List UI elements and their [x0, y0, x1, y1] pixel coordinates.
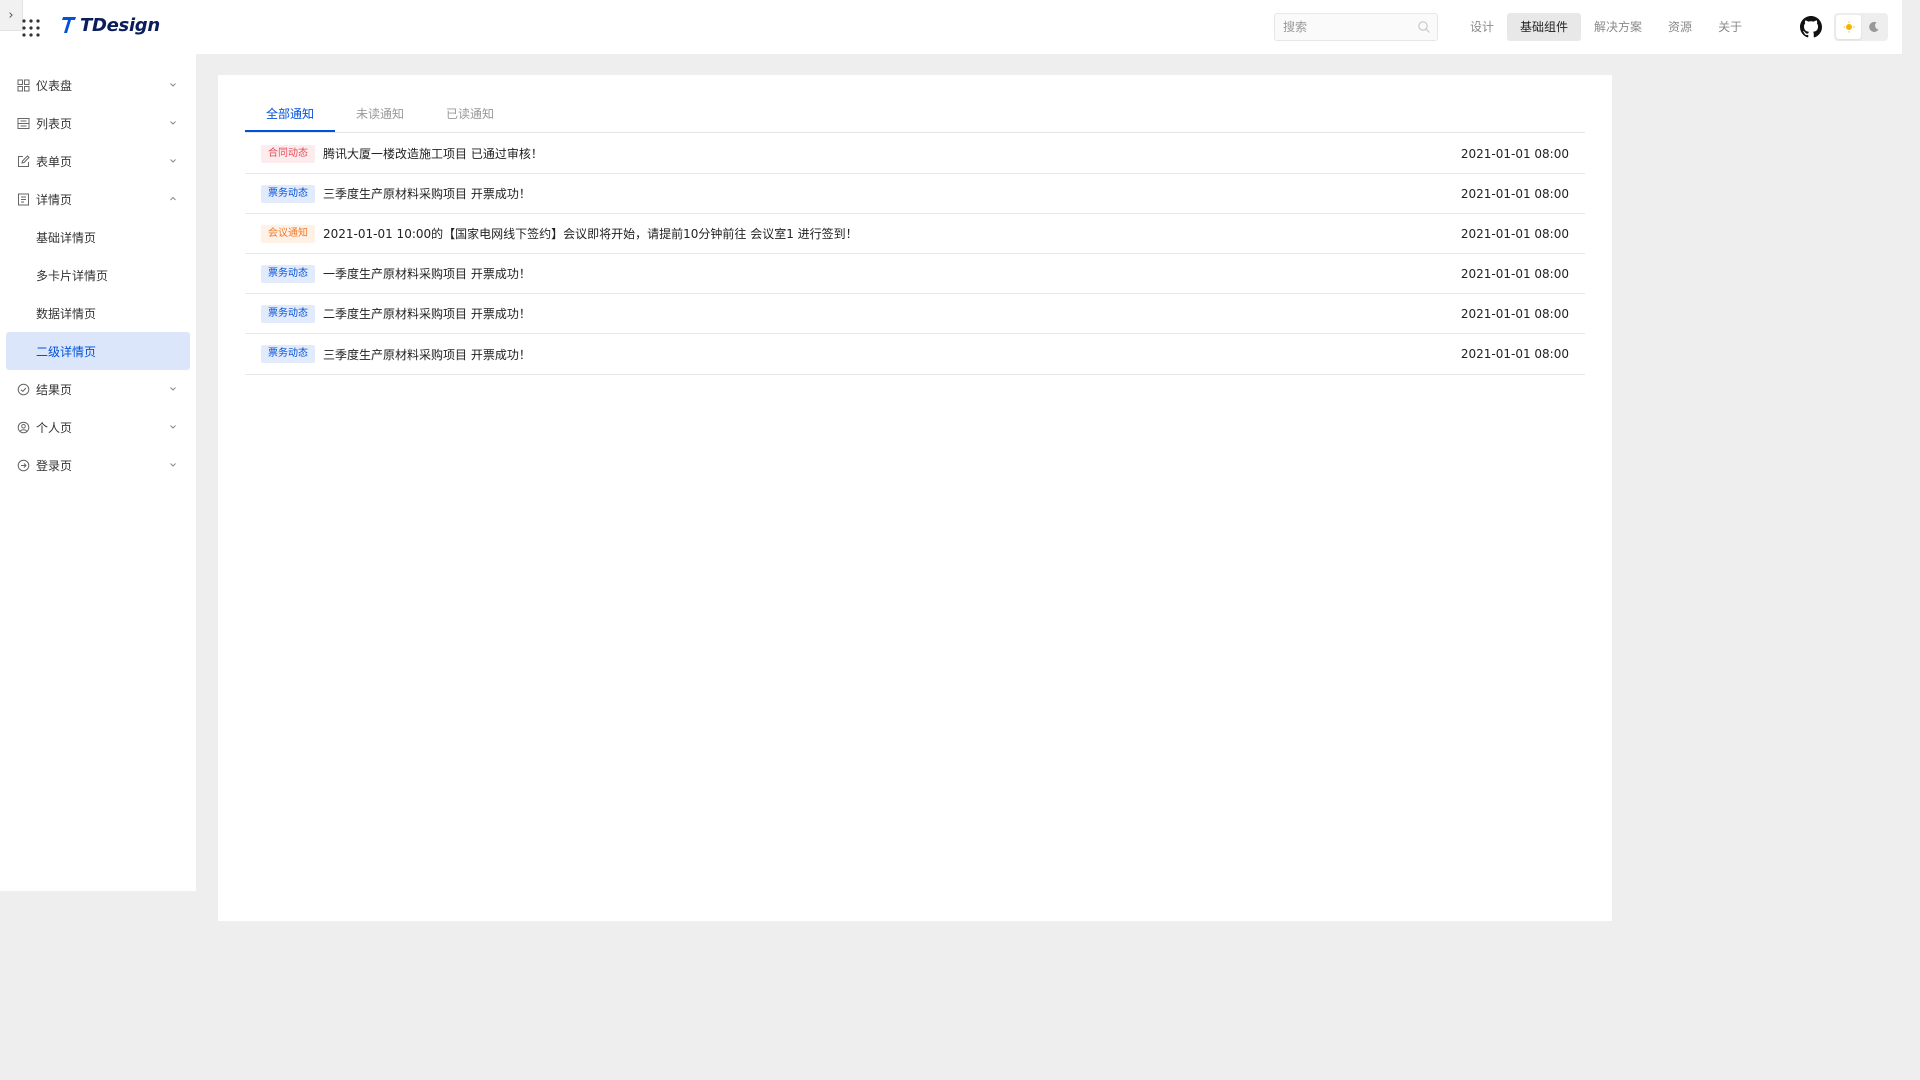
sidebar-item-label: 个人页: [36, 420, 73, 435]
sidebar-subitem-label: 数据详情页: [36, 306, 97, 321]
notification-card: 全部通知 未读通知 已读通知 合同动态 腾讯大厦一楼改造施工项目 已通过审核！ …: [218, 75, 1612, 921]
user-circle-icon: [17, 421, 30, 433]
notification-tag: 会议通知: [261, 224, 315, 243]
sidebar-item-dashboard[interactable]: 仪表盘: [6, 66, 190, 104]
sidebar: 仪表盘 列表页 表单页 详情页 基础详情页 多卡片详情页 数据详情页 二级详情页…: [0, 54, 196, 891]
notification-tag: 票务动态: [261, 304, 315, 323]
theme-dark-option[interactable]: [1861, 15, 1886, 39]
sidebar-item-form[interactable]: 表单页: [6, 142, 190, 180]
logo-text: TDesign: [80, 14, 160, 36]
sidebar-item-list[interactable]: 列表页: [6, 104, 190, 142]
nav-item-components[interactable]: 基础组件: [1507, 13, 1582, 41]
sidebar-item-label: 仪表盘: [36, 78, 73, 93]
notification-text: 2021-01-01 10:00的【国家电网线下签约】会议即将开始，请提前10分…: [323, 227, 858, 241]
notification-time: 2021-01-01 08:00: [1460, 186, 1569, 201]
notification-tag: 票务动态: [261, 264, 315, 283]
chevron-down-icon: [170, 159, 176, 163]
notification-row[interactable]: 票务动态 三季度生产原材料采购项目 开票成功！ 2021-01-01 08:00: [245, 174, 1585, 214]
moon-icon: [1868, 21, 1878, 32]
sidebar-subitem-label: 二级详情页: [36, 344, 97, 359]
sidebar-subitem-label: 多卡片详情页: [36, 268, 109, 283]
notification-tag: 合同动态: [261, 144, 315, 163]
sun-icon: [1843, 21, 1854, 33]
sidebar-item-login[interactable]: 登录页: [6, 446, 190, 484]
notification-row[interactable]: 票务动态 一季度生产原材料采购项目 开票成功！ 2021-01-01 08:00: [245, 254, 1585, 294]
edit-icon: [18, 154, 30, 167]
list-icon: [17, 117, 30, 129]
notification-text: 三季度生产原材料采购项目 开票成功！: [323, 347, 531, 362]
notification-tabs: 全部通知 未读通知 已读通知: [245, 102, 1585, 133]
tab-all-notifications[interactable]: 全部通知: [245, 102, 336, 132]
sidebar-subitem-data-detail[interactable]: 数据详情页: [6, 294, 190, 332]
notification-time: 2021-01-01 08:00: [1460, 146, 1569, 161]
nav-item-solutions[interactable]: 解决方案: [1581, 13, 1655, 41]
github-icon[interactable]: [1800, 16, 1822, 38]
chevron-down-icon: [170, 425, 176, 429]
sidebar-item-result[interactable]: 结果页: [6, 370, 190, 408]
sidebar-subitem-label: 基础详情页: [36, 230, 97, 245]
sidebar-subitem-secondary-detail[interactable]: 二级详情页: [6, 332, 190, 370]
tab-read-notifications[interactable]: 已读通知: [425, 102, 515, 132]
sidebar-subitem-multi-card-detail[interactable]: 多卡片详情页: [6, 256, 190, 294]
notification-row[interactable]: 会议通知 2021-01-01 10:00的【国家电网线下签约】会议即将开始，请…: [245, 214, 1585, 254]
notification-time: 2021-01-01 08:00: [1460, 226, 1569, 241]
chevron-down-icon: [170, 121, 176, 125]
detail-icon: [18, 193, 29, 205]
sidebar-item-label: 表单页: [36, 154, 73, 169]
sidebar-item-label: 登录页: [36, 458, 73, 473]
notification-list: 合同动态 腾讯大厦一楼改造施工项目 已通过审核！ 2021-01-01 08:0…: [245, 134, 1585, 375]
notification-text: 一季度生产原材料采购项目 开票成功！: [323, 267, 531, 281]
theme-light-option[interactable]: [1836, 15, 1861, 39]
sidebar-item-detail[interactable]: 详情页: [6, 180, 190, 218]
chevron-right-icon: ›: [8, 7, 14, 23]
sidebar-subitem-basic-detail[interactable]: 基础详情页: [6, 218, 190, 256]
notification-time: 2021-01-01 08:00: [1460, 306, 1569, 321]
sidebar-item-label: 详情页: [36, 192, 73, 207]
search-icon[interactable]: [1417, 20, 1431, 34]
notification-text: 腾讯大厦一楼改造施工项目 已通过审核！: [323, 147, 543, 161]
search-box[interactable]: [1274, 13, 1438, 41]
tab-unread-notifications[interactable]: 未读通知: [335, 102, 425, 132]
chevron-down-icon: [170, 387, 176, 391]
tdesign-logo-icon: [62, 17, 76, 33]
nav-item-design[interactable]: 设计: [1457, 13, 1507, 41]
notification-row[interactable]: 票务动态 三季度生产原材料采购项目 开票成功！ 2021-01-01 08:00: [245, 334, 1585, 375]
nav-item-about[interactable]: 关于: [1705, 13, 1755, 41]
notification-time: 2021-01-01 08:00: [1460, 266, 1569, 281]
sidebar-item-label: 结果页: [36, 382, 73, 397]
apps-grid-icon[interactable]: [20, 17, 42, 39]
search-input[interactable]: [1281, 19, 1415, 35]
top-nav: 设计 基础组件 解决方案 资源 关于: [1457, 13, 1755, 41]
nav-item-resources[interactable]: 资源: [1655, 13, 1705, 41]
chevron-up-icon: [170, 196, 176, 201]
chevron-down-icon: [170, 463, 176, 467]
notification-time: 2021-01-01 08:00: [1460, 347, 1569, 361]
check-circle-icon: [17, 383, 30, 395]
dashboard-icon: [17, 79, 30, 91]
notification-tag: 票务动态: [261, 345, 315, 363]
sidebar-item-personal[interactable]: 个人页: [6, 408, 190, 446]
notification-tag: 票务动态: [261, 184, 315, 203]
tdesign-logo[interactable]: TDesign: [60, 14, 160, 36]
notification-text: 三季度生产原材料采购项目 开票成功！: [323, 187, 531, 201]
notification-row[interactable]: 合同动态 腾讯大厦一楼改造施工项目 已通过审核！ 2021-01-01 08:0…: [245, 134, 1585, 174]
login-icon: [17, 459, 30, 471]
top-header: › TDesign 设计 基础组件 解决方案 资源 关于: [0, 0, 1902, 54]
notification-row[interactable]: 票务动态 二季度生产原材料采购项目 开票成功！ 2021-01-01 08:00: [245, 294, 1585, 334]
theme-switch[interactable]: [1834, 13, 1888, 41]
sidebar-item-label: 列表页: [36, 116, 73, 131]
notification-text: 二季度生产原材料采购项目 开票成功！: [323, 307, 531, 321]
chevron-down-icon: [170, 83, 176, 87]
